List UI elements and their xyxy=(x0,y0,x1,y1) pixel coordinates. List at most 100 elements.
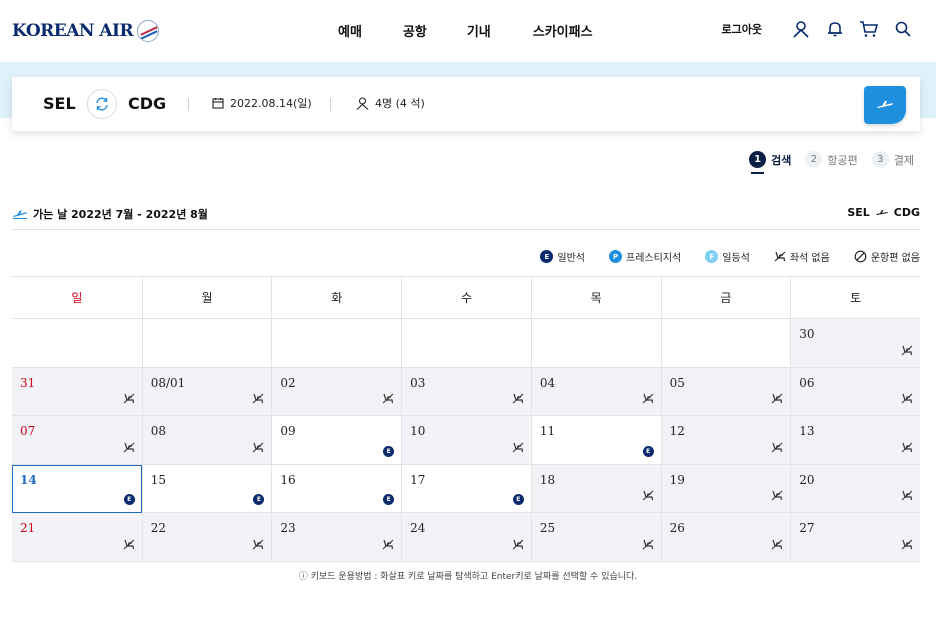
no-seat-icon xyxy=(512,535,524,554)
search-flights-button[interactable] xyxy=(864,86,906,124)
step-label: 결제 xyxy=(893,153,914,167)
search-icon[interactable] xyxy=(892,18,914,40)
day-number: 12 xyxy=(669,424,685,438)
calendar-day-13[interactable]: 13 xyxy=(790,416,920,465)
keyboard-help-text: ⓘ 키보드 운용방법 : 화살표 키로 날짜를 탐색하고 Enter키로 날짜를… xyxy=(298,572,638,582)
weekday-4: 목 xyxy=(530,277,661,318)
calendar-day-17[interactable]: 17 E xyxy=(401,464,531,513)
calendar-day-08[interactable]: 08 xyxy=(141,416,272,465)
cart-icon[interactable] xyxy=(858,18,880,40)
fare-calendar: 일월화수목금토 30 31 08/01 02 03 04 05 06 07 08 09 E 10 11 E 1… xyxy=(12,276,920,562)
day-number: 30 xyxy=(799,327,815,341)
calendar-day-14[interactable]: 14 E xyxy=(12,464,142,513)
calendar-cell-empty xyxy=(141,319,272,368)
no-seat-icon xyxy=(512,438,524,457)
calendar-day-02[interactable]: 02 xyxy=(271,367,402,416)
nav-item-skypass[interactable]: 스카이패스 xyxy=(533,21,593,40)
no-seat-icon xyxy=(901,535,913,554)
step-label: 항공편 xyxy=(827,153,858,167)
calendar-day-07[interactable]: 07 xyxy=(12,416,142,465)
no-seat-icon xyxy=(123,438,135,457)
departure-date-field[interactable]: 2022.08.14(일) xyxy=(212,95,312,111)
weekday-5: 금 xyxy=(660,277,791,318)
calendar-day-30[interactable]: 30 xyxy=(790,319,920,368)
section-route: SEL CDG xyxy=(847,206,920,219)
no-seat-icon xyxy=(771,535,783,554)
calendar-day-23[interactable]: 23 xyxy=(271,513,402,562)
calendar-day-27[interactable]: 27 xyxy=(790,513,920,562)
calendar-day-19[interactable]: 19 xyxy=(660,464,791,513)
no-seat-icon xyxy=(382,389,394,408)
calendar-day-11[interactable]: 11 E xyxy=(530,416,661,465)
calendar-day-03[interactable]: 03 xyxy=(401,367,531,416)
no-seat-icon xyxy=(123,535,135,554)
calendar-grid: 30 31 08/01 02 03 04 05 06 07 08 09 E 10 11 E 12 13 14 E 15… xyxy=(12,319,920,562)
day-number: 27 xyxy=(799,521,815,535)
calendar-day-08-01[interactable]: 08/01 xyxy=(141,367,272,416)
calendar-day-16[interactable]: 16 E xyxy=(271,464,402,513)
nav-item-airport[interactable]: 공항 xyxy=(403,21,427,40)
day-number: 08 xyxy=(150,424,166,438)
divider xyxy=(188,98,189,111)
calendar-day-09[interactable]: 09 E xyxy=(271,416,402,465)
nav-item-inflight[interactable]: 기내 xyxy=(467,21,491,40)
calendar-day-04[interactable]: 04 xyxy=(530,367,661,416)
day-number: 06 xyxy=(799,375,815,390)
calendar-day-06[interactable]: 06 xyxy=(790,367,920,416)
step-number: 1 xyxy=(749,151,767,168)
cabin-e-icon: E xyxy=(540,250,554,263)
origin-airport[interactable]: SEL xyxy=(43,94,76,113)
step-flights: 2 항공편 xyxy=(805,151,858,168)
no-seat-icon xyxy=(774,251,786,262)
step-number: 3 xyxy=(871,151,889,168)
no-seat-icon xyxy=(901,438,913,457)
destination-airport[interactable]: CDG xyxy=(128,94,166,113)
legend-item-e: E 일반석 xyxy=(540,249,585,264)
economy-available-icon: E xyxy=(383,494,395,505)
nav-item-booking[interactable]: 예매 xyxy=(338,21,362,40)
no-seat-icon xyxy=(901,389,913,408)
no-seat-icon xyxy=(252,389,264,408)
economy-available-icon: E xyxy=(383,445,395,457)
booking-summary-bar: SEL CDG 2022.08.14(일) 4명 (4 석) xyxy=(12,77,920,131)
calendar-day-24[interactable]: 24 xyxy=(401,513,531,562)
economy-available-icon: E xyxy=(512,494,524,505)
day-number: 15 xyxy=(150,472,166,487)
korean-air-logo[interactable]: KOREAN AIR xyxy=(12,20,160,42)
passenger-count: 4명 (4 석) xyxy=(375,97,425,110)
airplane-icon xyxy=(877,101,893,108)
calendar-day-20[interactable]: 20 xyxy=(790,464,920,513)
day-number: 21 xyxy=(20,521,36,535)
day-number: 10 xyxy=(410,424,426,438)
no-seat-icon xyxy=(642,486,654,505)
calendar-day-21[interactable]: 21 xyxy=(12,513,142,562)
airplane-icon xyxy=(875,209,888,215)
calendar-day-18[interactable]: 18 xyxy=(530,464,661,513)
calendar-day-26[interactable]: 26 xyxy=(660,513,791,562)
legend-label: 운항편 없음 xyxy=(870,253,920,264)
no-seat-icon xyxy=(901,341,913,360)
calendar-day-05[interactable]: 05 xyxy=(660,367,791,416)
user-icon[interactable] xyxy=(790,18,812,40)
day-number: 09 xyxy=(280,424,296,438)
weekday-header: 일 월화수목금토 xyxy=(12,276,920,319)
calendar-day-22[interactable]: 22 xyxy=(141,513,272,562)
calendar-day-15[interactable]: 15 E xyxy=(141,464,272,513)
logout-link[interactable]: 로그아웃 xyxy=(722,21,762,37)
step-number: 2 xyxy=(805,151,823,168)
calendar-day-12[interactable]: 12 xyxy=(660,416,791,465)
step-search: 1 검색 xyxy=(749,151,791,174)
legend-item-noseat: 좌석 없음 xyxy=(774,249,830,264)
legend-item-noflight: 운항편 없음 xyxy=(854,249,920,264)
day-number: 31 xyxy=(20,375,36,390)
legend-item-f: F 일등석 xyxy=(705,249,750,264)
day-number: 03 xyxy=(410,375,426,390)
calendar-day-31[interactable]: 31 xyxy=(12,367,142,416)
swap-route-button[interactable] xyxy=(87,89,117,119)
economy-available-icon: E xyxy=(642,445,654,457)
passenger-field[interactable]: 4명 (4 석) xyxy=(356,95,425,111)
bell-icon[interactable] xyxy=(824,18,846,40)
calendar-day-10[interactable]: 10 xyxy=(401,416,531,465)
no-seat-icon xyxy=(901,486,913,505)
calendar-day-25[interactable]: 25 xyxy=(530,513,661,562)
